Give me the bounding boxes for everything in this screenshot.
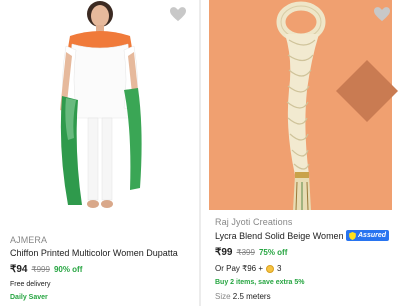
assured-badge: Assured — [346, 230, 390, 241]
bulk-offer: Buy 2 items, save extra 5% — [215, 279, 305, 286]
product-info: Raj Jyoti Creations Lycra Blend Solid Be… — [215, 217, 396, 301]
product-grid: AJMERA Chiffon Printed Multicolor Women … — [0, 0, 400, 306]
moq-badge-icon — [336, 60, 398, 122]
discount-label: 90% off — [53, 265, 83, 274]
selling-price: ₹94 — [10, 264, 28, 275]
original-price: ₹399 — [236, 248, 255, 257]
price-row: ₹99 ₹399 75% off — [215, 247, 396, 258]
delivery-info: Free delivery — [10, 281, 51, 288]
product-info: AJMERA Chiffon Printed Multicolor Women … — [10, 235, 195, 301]
product-image-dupatta[interactable] — [0, 0, 199, 210]
size-value: 2.5 meters — [232, 292, 271, 301]
or-pay-text: Or Pay ₹96 + — [215, 264, 263, 273]
original-price: ₹999 — [31, 265, 50, 274]
discount-label: 75% off — [258, 248, 288, 257]
supercoin-icon — [266, 264, 274, 273]
product-card-dupatta[interactable]: AJMERA Chiffon Printed Multicolor Women … — [0, 0, 200, 306]
daily-saver-badge: Daily Saver — [10, 294, 48, 301]
selling-price: ₹99 — [215, 247, 233, 258]
model-dupatta-illustration — [60, 1, 142, 208]
heart-icon[interactable] — [374, 7, 390, 22]
product-title[interactable]: Chiffon Printed Multicolor Women Dupatta — [10, 248, 195, 258]
size-info: Size 2.5 meters — [215, 292, 396, 301]
title-row: Lycra Blend Solid Beige Women D... Assur… — [215, 230, 396, 241]
or-pay-row: Or Pay ₹96 + 3 — [215, 264, 396, 273]
heart-icon[interactable] — [170, 7, 186, 22]
assured-label: Assured — [358, 232, 387, 239]
shield-icon — [349, 231, 356, 240]
or-pay-coins: 3 — [277, 264, 282, 273]
brand-name: AJMERA — [10, 235, 48, 245]
price-row: ₹94 ₹999 90% off — [10, 264, 195, 275]
size-label: Size — [215, 292, 231, 301]
brand-name: Raj Jyoti Creations — [215, 217, 293, 227]
product-card-fabric[interactable]: MOQ 2 PCS Raj Jyoti Creations Lycra Blen… — [200, 0, 400, 306]
product-title[interactable]: Lycra Blend Solid Beige Women D... — [215, 231, 343, 241]
